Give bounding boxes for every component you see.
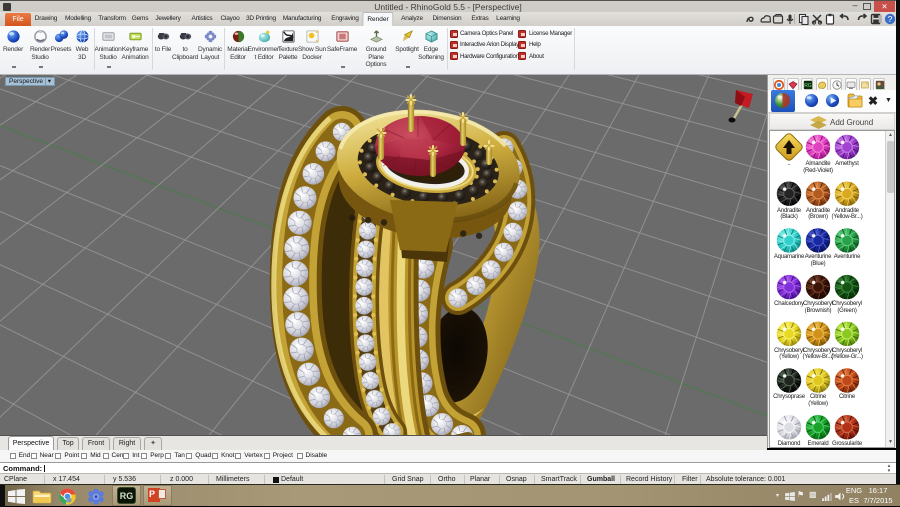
svg-text:RG: RG bbox=[804, 83, 812, 89]
svg-text:?: ? bbox=[888, 14, 893, 24]
